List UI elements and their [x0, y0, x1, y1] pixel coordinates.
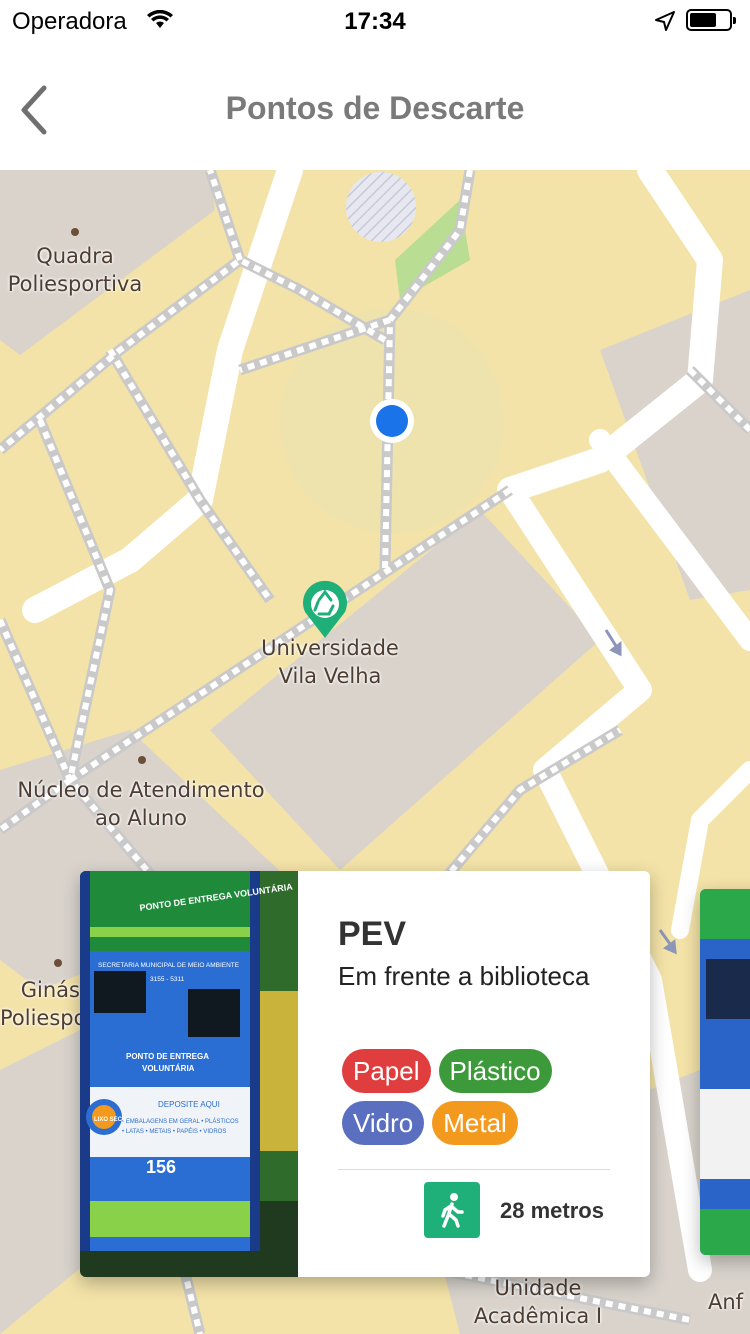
material-tags: Papel Plástico Vidro Metal: [342, 1049, 632, 1153]
tag-vidro: Vidro: [342, 1101, 425, 1145]
svg-text:LIXO SECO: LIXO SECO: [94, 1117, 127, 1123]
location-arrow-icon: [654, 10, 676, 37]
point-title: PEV: [338, 915, 407, 953]
svg-text:• EMBALAGENS EM GERAL • PLÁSTI: • EMBALAGENS EM GERAL • PLÁSTICOS: [122, 1118, 239, 1125]
collection-point-photo: PONTO DE ENTREGA VOLUNTÁRIA SECRETARIA M…: [80, 871, 298, 1277]
map-label-anf: Anf: [708, 1290, 744, 1314]
tag-metal: Metal: [432, 1101, 518, 1145]
card-divider: [338, 1169, 610, 1170]
svg-text:3155 - 5311: 3155 - 5311: [150, 976, 185, 983]
walking-icon[interactable]: [424, 1182, 480, 1238]
svg-text:• LATAS • METAIS • PAPÉIS • VI: • LATAS • METAIS • PAPÉIS • VIDROS: [122, 1128, 226, 1135]
svg-text:156: 156: [146, 1157, 176, 1177]
map-label-unidade: Unidade Acadêmica I: [473, 1276, 603, 1328]
next-point-card[interactable]: [700, 889, 750, 1255]
svg-text:DEPOSITE AQUI: DEPOSITE AQUI: [158, 1100, 220, 1109]
navigation-bar: Pontos de Descarte: [0, 40, 750, 170]
battery-icon: [686, 9, 736, 31]
collection-point-card[interactable]: PONTO DE ENTREGA VOLUNTÁRIA SECRETARIA M…: [80, 871, 650, 1277]
user-location-dot: [370, 399, 414, 443]
svg-text:PONTO DE ENTREGA: PONTO DE ENTREGA: [126, 1052, 209, 1061]
page-title: Pontos de Descarte: [225, 90, 525, 126]
map-label-ginasio: Ginás Poliespo: [0, 978, 87, 1030]
map-label-universidade: Universidade Vila Velha: [261, 636, 399, 688]
map-label-quadra: Quadra Poliesportiva: [7, 244, 143, 296]
clock: 17:34: [344, 8, 406, 35]
status-bar: Operadora 17:34: [0, 0, 750, 40]
svg-text:SECRETARIA MUNICIPAL DE MEIO A: SECRETARIA MUNICIPAL DE MEIO AMBIENTE: [98, 962, 240, 969]
svg-text:VOLUNTÁRIA: VOLUNTÁRIA: [142, 1064, 195, 1073]
tag-papel: Papel: [342, 1049, 431, 1093]
point-description: Em frente a biblioteca: [338, 961, 590, 991]
map-label-nucleo: Núcleo de Atendimento ao Aluno: [17, 778, 265, 830]
distance-label: 28 metros: [500, 1198, 604, 1223]
tag-plastico: Plástico: [438, 1049, 552, 1093]
